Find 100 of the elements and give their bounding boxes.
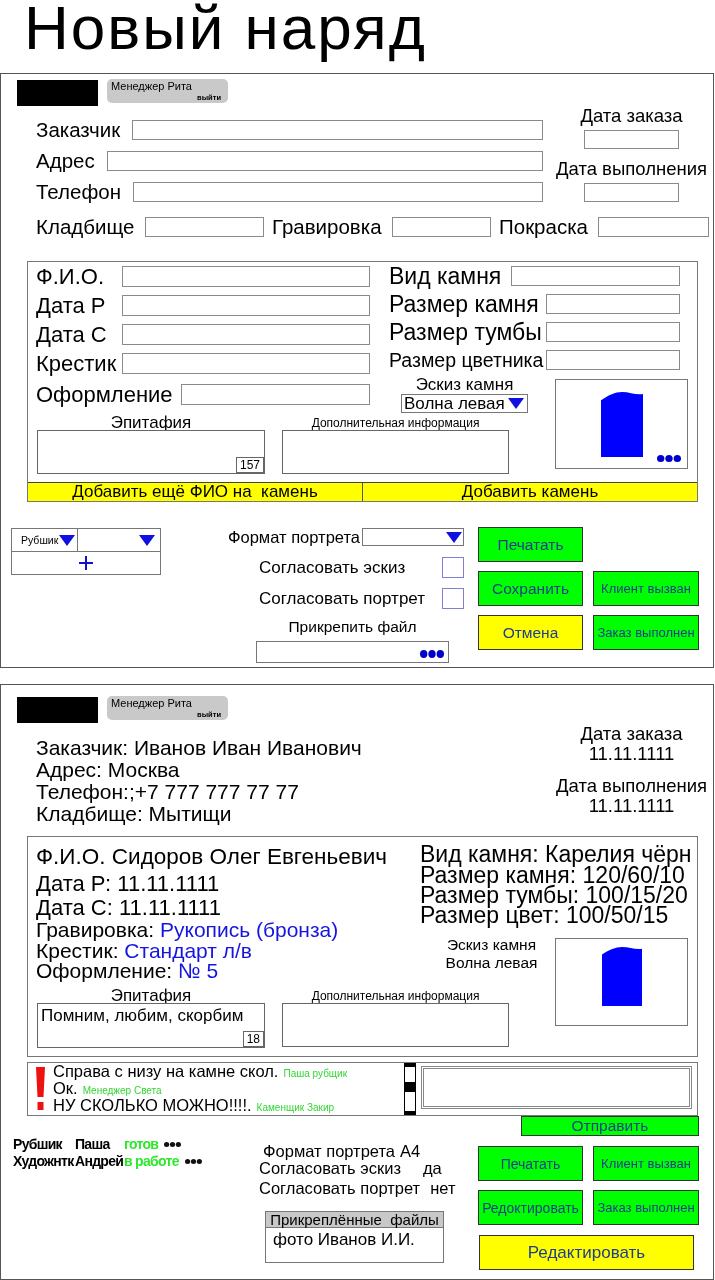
comment-text: Справа с низу на камне скол. [53, 1062, 279, 1080]
action-button[interactable]: Отмена [478, 615, 583, 650]
field-label: Дата заказа [580, 106, 683, 126]
detail-value: 11.11.1111 [117, 871, 220, 896]
date-label: Дата выполнения [556, 776, 707, 796]
worker-name: Андрей [75, 1153, 124, 1170]
edit-button[interactable]: Редактировать [479, 1235, 694, 1270]
char-counter: 157 [235, 457, 264, 473]
action-button[interactable]: Клиент вызван [593, 571, 699, 606]
field-label: Телефон [36, 182, 122, 202]
alert-icon [36, 1067, 45, 1110]
text-field[interactable] [180, 384, 370, 405]
text-field[interactable] [122, 295, 370, 316]
epitaph-field[interactable]: 157 [37, 430, 265, 474]
role-select[interactable]: Рубшик [12, 529, 78, 551]
text-field[interactable] [546, 294, 680, 314]
text-field[interactable] [511, 266, 680, 286]
worker-role: Рубшик [13, 1136, 64, 1153]
field-label: Гравировка [271, 217, 382, 237]
action-button[interactable]: Заказ выполнен [593, 615, 699, 650]
field-label: Размер цветника [389, 350, 544, 370]
info-line: Телефон:;+7 777 777 77 77 [36, 781, 300, 803]
send-button[interactable]: Отправить [521, 1116, 699, 1136]
checkbox[interactable] [442, 557, 464, 578]
scrollbar[interactable] [404, 1063, 416, 1115]
text-field[interactable] [133, 182, 543, 202]
date-value: 11.11.1111 [588, 796, 675, 816]
field-label: Прикрепить файл [288, 619, 417, 634]
date-field[interactable] [584, 130, 679, 149]
comment-author: Каменщик Закир [256, 1102, 335, 1113]
text-field[interactable] [106, 151, 543, 171]
text-field[interactable] [122, 353, 370, 374]
action-button[interactable]: Редоктировать [478, 1190, 583, 1225]
text-field[interactable] [598, 217, 709, 237]
portrait-format-select[interactable] [362, 528, 464, 546]
detail-label: Дата Р: [36, 871, 112, 896]
add-name-button[interactable]: Добавить ещё ФИО на камень [28, 483, 362, 501]
more-icon[interactable] [657, 455, 681, 462]
attachments-header: Прикреплённые файлы [265, 1211, 444, 1228]
stone-spec: Вид камня: Карелия чёрн [420, 843, 692, 865]
more-icon[interactable] [420, 649, 444, 658]
worker-status: готов [124, 1136, 159, 1153]
worker-name: Паша [75, 1136, 112, 1153]
field-label: Оформление [36, 384, 173, 405]
action-button[interactable]: Печатать [478, 1146, 583, 1181]
field-label: Эпитафия [110, 989, 192, 1003]
text-field[interactable] [546, 322, 680, 342]
add-stone-button[interactable]: Добавить камень [362, 483, 697, 501]
text-field[interactable] [122, 324, 370, 345]
field-label: Ф.И.О. [36, 266, 105, 287]
date-field[interactable] [584, 183, 679, 202]
more-icon[interactable] [184, 1159, 202, 1164]
field-label: Эпитафия [110, 416, 192, 430]
detail-value: Сидоров Олег Евгеньевич [111, 844, 387, 869]
field-label: Заказчик [36, 120, 121, 140]
field-label: Согласовать эскиз [259, 557, 406, 578]
message-field[interactable] [421, 1066, 692, 1109]
info-field[interactable] [282, 430, 509, 474]
text-field[interactable] [132, 120, 543, 140]
worker-status: в работе [124, 1153, 179, 1170]
caret-icon [59, 534, 75, 546]
sketch-select[interactable]: Волна левая [401, 394, 528, 413]
field-label: Кладбище [36, 217, 135, 237]
more-icon[interactable] [164, 1142, 182, 1147]
property-label: Согласовать эскиз [259, 1159, 401, 1177]
property-label: Формат портрета [263, 1142, 396, 1160]
file-field[interactable] [256, 641, 449, 663]
text-field[interactable] [122, 266, 370, 287]
comment-text: Ок. [53, 1079, 78, 1097]
info-line: Кладбище: Мытищи [36, 803, 233, 825]
action-button[interactable]: Сохранить [478, 571, 583, 606]
text-field[interactable] [546, 350, 680, 370]
comment-author: Менеджер Света [82, 1085, 162, 1096]
epitaph-text: Помним, любим, скорбим [40, 1005, 244, 1026]
text-field[interactable] [391, 217, 491, 237]
action-button[interactable]: Печатать [478, 527, 583, 562]
manager-name: Менеджер Рита [111, 80, 192, 93]
worker-role: Художнтк [13, 1153, 75, 1170]
headstone-icon [601, 945, 642, 1006]
date-label: Дата заказа [580, 724, 683, 744]
plus-icon [79, 556, 93, 570]
field-label: Дата выполнения [556, 159, 707, 179]
field-label: Эскиз камня [415, 377, 514, 392]
caret-icon [139, 534, 155, 546]
action-button[interactable]: Заказ выполнен [593, 1190, 699, 1225]
field-label: Крестик [36, 353, 118, 374]
caret-icon [446, 531, 462, 543]
checkbox[interactable] [442, 588, 464, 609]
info-line: Адрес: Москва [36, 759, 181, 781]
detail-value: 11.11.1111 [119, 895, 221, 920]
comment-text: НУ СКОЛЬКО МОЖНО!!!!. [53, 1096, 252, 1114]
field-label: Согласовать портрет [259, 588, 426, 609]
detail-label: Ф.И.О. [36, 844, 106, 869]
comment-author: Паша рубщик [283, 1068, 348, 1079]
text-field[interactable] [144, 217, 264, 237]
file-item[interactable]: фото Иванов И.И. [273, 1230, 415, 1250]
detail-value: Рукопись (бронза) [160, 918, 339, 941]
field-label: Формат портрета [227, 528, 360, 546]
action-button[interactable]: Клиент вызван [593, 1146, 699, 1181]
field-label: Дополнительная информация [311, 989, 480, 1003]
